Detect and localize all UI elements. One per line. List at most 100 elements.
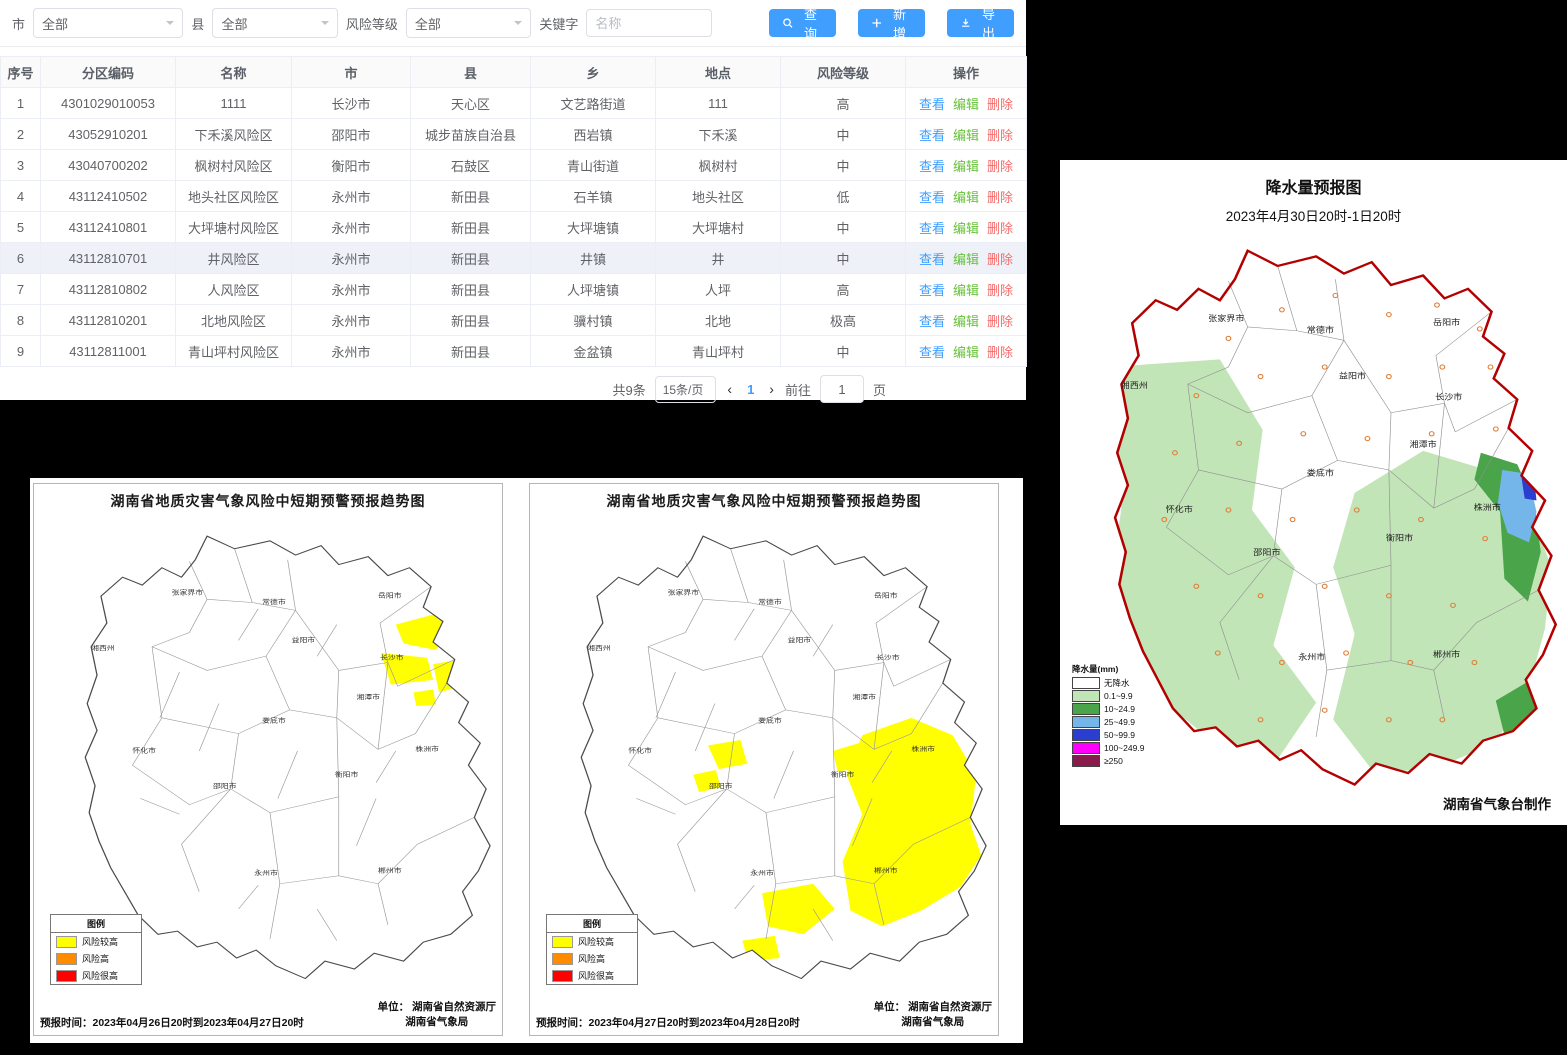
county-select[interactable]: 全部 — [212, 8, 337, 38]
prev-page-button[interactable]: ‹ — [725, 381, 734, 397]
page-number[interactable]: 1 — [743, 382, 758, 397]
no-rain-swatch — [1072, 677, 1100, 689]
view-link[interactable]: 查看 — [919, 345, 945, 360]
add-button[interactable]: 新增 — [858, 9, 925, 37]
cell-name: 大坪塘村风险区 — [176, 212, 292, 243]
table-row[interactable]: 3 43040700202 枫树村风险区 衡阳市 石鼓区 青山街道 枫树村 中 … — [1, 150, 1027, 181]
delete-link[interactable]: 删除 — [987, 159, 1013, 174]
legend-row: 100~249.9 — [1072, 742, 1144, 754]
goto-label: 前往 — [785, 380, 811, 399]
legend-row: 0.1~9.9 — [1072, 690, 1144, 702]
view-link[interactable]: 查看 — [919, 97, 945, 112]
delete-link[interactable]: 删除 — [987, 97, 1013, 112]
table-row[interactable]: 4 43112410502 地头社区风险区 永州市 新田县 石羊镇 地头社区 低… — [1, 181, 1027, 212]
city-filter-label: 市 — [12, 14, 25, 33]
delete-link[interactable]: 删除 — [987, 190, 1013, 205]
export-button[interactable]: 导出 — [947, 9, 1014, 37]
edit-link[interactable]: 编辑 — [953, 159, 979, 174]
risk-level-select[interactable]: 全部 — [406, 8, 531, 38]
table-row[interactable]: 2 43052910201 下禾溪风险区 邵阳市 城步苗族自治县 西岩镇 下禾溪… — [1, 119, 1027, 150]
cell-name: 青山坪村风险区 — [176, 336, 292, 367]
goto-unit-label: 页 — [873, 380, 886, 399]
chevron-down-icon — [514, 21, 522, 29]
light-green-swatch — [1072, 690, 1100, 702]
cell-name: 地头社区风险区 — [176, 181, 292, 212]
cell-place: 大坪塘村 — [656, 212, 781, 243]
page-size-select[interactable]: 15条/页 — [655, 376, 717, 403]
edit-link[interactable]: 编辑 — [953, 345, 979, 360]
orange-swatch — [56, 953, 77, 965]
cell-code: 43040700202 — [41, 150, 176, 181]
edit-link[interactable]: 编辑 — [953, 314, 979, 329]
next-page-button[interactable]: › — [767, 381, 776, 397]
cell-county: 新田县 — [411, 212, 531, 243]
cell-actions: 查看编辑删除 — [906, 274, 1027, 305]
view-link[interactable]: 查看 — [919, 283, 945, 298]
cell-risk: 中 — [781, 150, 906, 181]
table-row[interactable]: 9 43112811001 青山坪村风险区 永州市 新田县 金盆镇 青山坪村 中… — [1, 336, 1027, 367]
edit-link[interactable]: 编辑 — [953, 97, 979, 112]
cell-actions: 查看编辑删除 — [906, 119, 1027, 150]
delete-link[interactable]: 删除 — [987, 314, 1013, 329]
page-size-value: 15条/页 — [663, 381, 704, 398]
delete-link[interactable]: 删除 — [987, 252, 1013, 267]
view-link[interactable]: 查看 — [919, 159, 945, 174]
cell-name: 井风险区 — [176, 243, 292, 274]
cell-risk: 高 — [781, 88, 906, 119]
cell-city: 衡阳市 — [292, 150, 411, 181]
cell-code: 43112810701 — [41, 243, 176, 274]
view-link[interactable]: 查看 — [919, 221, 945, 236]
cell-code: 43052910201 — [41, 119, 176, 150]
city-select[interactable]: 全部 — [33, 8, 183, 38]
edit-link[interactable]: 编辑 — [953, 221, 979, 236]
delete-link[interactable]: 删除 — [987, 128, 1013, 143]
cell-seq: 9 — [1, 336, 41, 367]
header-risk-level: 风险等级 — [781, 57, 906, 88]
legend-label: 25~49.9 — [1104, 717, 1135, 727]
search-button[interactable]: 查询 — [769, 9, 836, 37]
chevron-down-icon — [321, 21, 329, 29]
table-row[interactable]: 1 4301029010053 1111 长沙市 天心区 文艺路街道 111 高… — [1, 88, 1027, 119]
cell-name: 1111 — [176, 88, 292, 119]
unit-line2: 湖南省气象局 — [405, 1016, 468, 1028]
red-swatch — [552, 970, 573, 982]
cell-name: 下禾溪风险区 — [176, 119, 292, 150]
cell-actions: 查看编辑删除 — [906, 243, 1027, 274]
header-town: 乡 — [531, 57, 656, 88]
edit-link[interactable]: 编辑 — [953, 283, 979, 298]
legend-label: 风险很高 — [578, 969, 614, 982]
forecast-time: 预报时间：2023年04月27日20时到2023年04月28日20时 — [536, 1015, 800, 1030]
legend-label: 50~99.9 — [1104, 730, 1135, 740]
legend-title: 图例 — [547, 915, 637, 933]
delete-link[interactable]: 删除 — [987, 345, 1013, 360]
cell-city: 永州市 — [292, 274, 411, 305]
table-row[interactable]: 8 43112810201 北地风险区 永州市 新田县 骥村镇 北地 极高 查看… — [1, 305, 1027, 336]
city-select-value: 全部 — [42, 14, 68, 33]
table-row[interactable]: 6 43112810701 井风险区 永州市 新田县 井镇 井 中 查看编辑删除 — [1, 243, 1027, 274]
cell-county: 新田县 — [411, 243, 531, 274]
view-link[interactable]: 查看 — [919, 190, 945, 205]
cell-place: 下禾溪 — [656, 119, 781, 150]
trend-map-figure-2: 湖南省地质灾害气象风险中短期预警预报趋势图 图例 风险较高 风险高 风险很高 预… — [529, 483, 999, 1036]
goto-page-input[interactable] — [820, 375, 864, 403]
table-row[interactable]: 7 43112810802 人风险区 永州市 新田县 人坪塘镇 人坪 高 查看编… — [1, 274, 1027, 305]
table-row[interactable]: 5 43112410801 大坪塘村风险区 永州市 新田县 大坪塘镇 大坪塘村 … — [1, 212, 1027, 243]
search-button-label: 查询 — [798, 4, 823, 42]
keyword-input[interactable] — [586, 9, 712, 37]
edit-link[interactable]: 编辑 — [953, 190, 979, 205]
delete-link[interactable]: 删除 — [987, 283, 1013, 298]
cell-town: 青山街道 — [531, 150, 656, 181]
view-link[interactable]: 查看 — [919, 128, 945, 143]
cell-risk: 高 — [781, 274, 906, 305]
view-link[interactable]: 查看 — [919, 252, 945, 267]
view-link[interactable]: 查看 — [919, 314, 945, 329]
legend-row: 25~49.9 — [1072, 716, 1144, 728]
legend-row: 10~24.9 — [1072, 703, 1144, 715]
edit-link[interactable]: 编辑 — [953, 252, 979, 267]
rain-map-subtitle: 2023年4月30日20时-1日20时 — [1060, 205, 1567, 225]
trend-map-figure-1: 湖南省地质灾害气象风险中短期预警预报趋势图 图例 风险较高 风险高 风险很高 预… — [33, 483, 503, 1036]
light-blue-swatch — [1072, 716, 1100, 728]
unit-block: 单位： 湖南省自然资源厅 湖南省气象局 — [874, 1000, 992, 1030]
delete-link[interactable]: 删除 — [987, 221, 1013, 236]
edit-link[interactable]: 编辑 — [953, 128, 979, 143]
